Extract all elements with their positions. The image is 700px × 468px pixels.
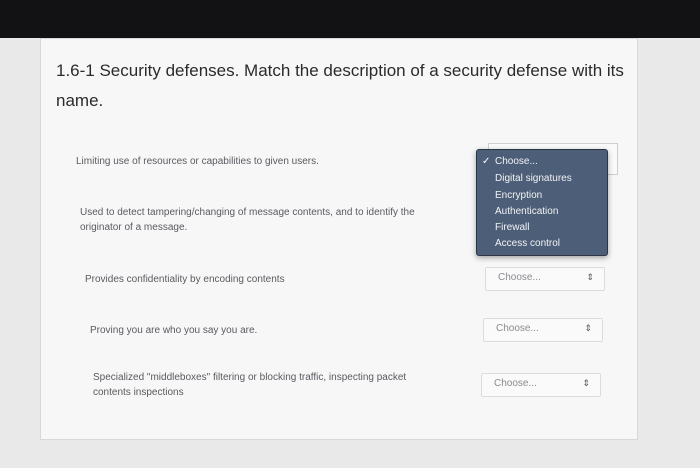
item-description-2: Used to detect tampering/changing of mes… bbox=[80, 207, 415, 233]
item-description-1: Limiting use of resources or capabilitie… bbox=[76, 156, 319, 167]
select-value: Choose... bbox=[498, 272, 541, 283]
item-description-5: Specialized "middleboxes" filtering or b… bbox=[93, 372, 407, 398]
item-description-3: Provides confidentiality by encoding con… bbox=[85, 274, 285, 285]
select-value: Choose... bbox=[496, 323, 539, 334]
updown-arrow-icon: ⇕ bbox=[582, 378, 590, 388]
updown-arrow-icon: ⇕ bbox=[586, 272, 594, 282]
select-dropdown-menu[interactable]: ✓ Choose... Digital signatures Encryptio… bbox=[476, 149, 608, 256]
option-access-control[interactable]: Access control bbox=[495, 238, 560, 249]
item-description-4: Proving you are who you say you are. bbox=[90, 325, 258, 336]
option-digital-signatures[interactable]: Digital signatures bbox=[495, 173, 572, 184]
option-authentication[interactable]: Authentication bbox=[495, 206, 558, 217]
answer-select-5[interactable]: Choose... ⇕ bbox=[481, 373, 601, 397]
option-encryption[interactable]: Encryption bbox=[495, 190, 542, 201]
question-title: 1.6-1 Security defenses. Match the descr… bbox=[56, 61, 624, 110]
monitor-bezel bbox=[0, 0, 700, 42]
option-firewall[interactable]: Firewall bbox=[495, 222, 529, 233]
select-value: Choose... bbox=[494, 378, 537, 389]
updown-arrow-icon: ⇕ bbox=[584, 323, 592, 333]
answer-select-4[interactable]: Choose... ⇕ bbox=[483, 318, 603, 342]
check-icon: ✓ bbox=[482, 156, 491, 167]
answer-select-3[interactable]: Choose... ⇕ bbox=[485, 267, 605, 291]
option-choose[interactable]: Choose... bbox=[495, 156, 538, 167]
